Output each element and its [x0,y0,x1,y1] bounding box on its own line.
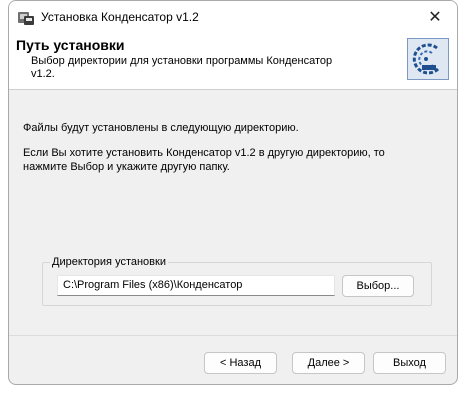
page-description: Выбор директории для установки программы… [31,55,361,81]
install-info-text: Файлы будут установлены в следующую дире… [23,122,299,134]
title-bar: Установка Конденсатор v1.2 ✕ [9,1,457,33]
installer-app-icon [17,10,35,26]
wizard-content: Файлы будут установлены в следующую дире… [9,90,457,330]
next-button[interactable]: Далее > [292,352,365,374]
installer-disk-icon [407,38,449,80]
browse-button[interactable]: Выбор... [342,275,414,297]
install-directory-group: Директория установки C:\Program Files (x… [42,256,432,306]
back-button[interactable]: < Назад [204,352,277,374]
description-line: v1.2. [31,68,55,80]
page-title: Путь установки [16,37,125,53]
close-button[interactable]: ✕ [413,1,457,33]
description-line: Выбор директории для установки программы… [31,55,333,67]
exit-button[interactable]: Выход [373,352,446,374]
close-icon: ✕ [428,9,442,26]
install-directory-field[interactable]: C:\Program Files (x86)\Конденсатор [57,275,335,296]
installer-window: Установка Конденсатор v1.2 ✕ Путь устано… [8,0,458,385]
install-directory-legend: Директория установки [50,256,168,268]
wizard-header: Путь установки Выбор директории для уста… [9,33,457,90]
change-dir-hint-line2: нажмите Выбор и укажите другую папку. [23,161,230,173]
change-dir-hint-line1: Если Вы хотите установить Конденсатор v1… [23,147,385,159]
footer-divider [9,335,457,336]
window-title: Установка Конденсатор v1.2 [41,10,199,24]
